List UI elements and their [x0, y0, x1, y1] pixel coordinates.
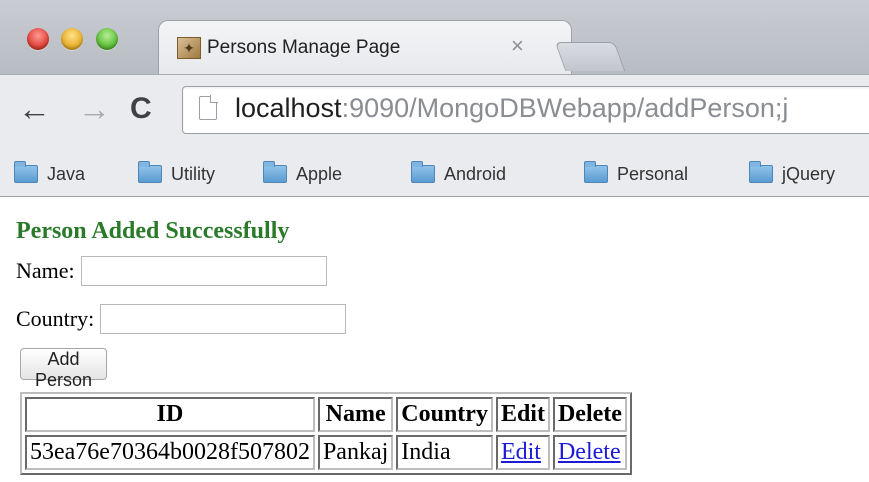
header-edit: Edit — [495, 397, 550, 432]
close-icon[interactable]: × — [511, 33, 524, 59]
url-host: localhost — [235, 93, 342, 123]
header-country: Country — [396, 397, 493, 432]
reload-icon[interactable]: C — [130, 94, 152, 124]
folder-icon — [411, 161, 435, 183]
cell-delete: Delete — [552, 435, 627, 470]
country-label: Country: — [16, 306, 95, 331]
cell-edit: Edit — [495, 435, 550, 470]
bookmark-label: Utility — [171, 163, 215, 184]
table-header-row: ID Name Country Edit Delete — [25, 397, 627, 432]
bookmark-label: Android — [444, 163, 507, 184]
new-tab-button[interactable] — [554, 42, 626, 71]
header-name: Name — [317, 397, 394, 432]
browser-toolbar: ← → C localhost:9090/MongoDBWebapp/addPe… — [0, 74, 869, 153]
edit-link[interactable]: Edit — [501, 439, 541, 465]
back-icon[interactable]: ← — [18, 92, 51, 125]
url-text[interactable]: localhost:9090/MongoDBWebapp/addPerson;j — [235, 93, 788, 124]
name-row: Name: — [16, 256, 327, 286]
cell-country: India — [396, 435, 493, 470]
page-icon — [199, 95, 218, 120]
bookmark-label: Java — [47, 163, 86, 184]
header-id: ID — [25, 397, 315, 432]
name-input[interactable] — [80, 256, 327, 286]
header-delete: Delete — [552, 397, 627, 432]
folder-icon — [138, 161, 162, 183]
bookmark-label: Apple — [296, 163, 343, 184]
country-row: Country: — [16, 304, 347, 334]
name-label: Name: — [16, 258, 75, 283]
delete-link[interactable]: Delete — [558, 439, 621, 465]
table-row: 53ea76e70364b0028f507802 Pankaj India Ed… — [25, 435, 627, 470]
folder-icon — [584, 161, 608, 183]
bookmark-label: Personal — [617, 163, 689, 184]
address-bar[interactable]: localhost:9090/MongoDBWebapp/addPerson;j — [182, 86, 869, 134]
bookmark-apple[interactable]: Apple — [263, 159, 342, 189]
folder-icon — [14, 161, 38, 183]
zoom-window-button[interactable] — [96, 28, 118, 50]
forward-icon[interactable]: → — [78, 92, 111, 125]
folder-icon — [263, 161, 287, 183]
bookmark-utility[interactable]: Utility — [138, 159, 215, 189]
bookmark-label: jQuery — [782, 163, 836, 184]
folder-icon — [749, 161, 773, 183]
bookmark-jquery[interactable]: jQuery — [749, 159, 835, 189]
tab-persons-manage-page[interactable]: ✦ Persons Manage Page × — [158, 20, 572, 75]
minimize-window-button[interactable] — [61, 28, 83, 50]
bookmarks-bar: Java Utility Apple Android Personal jQue… — [0, 152, 869, 197]
add-person-button[interactable]: Add Person — [20, 348, 108, 390]
bookmark-java[interactable]: Java — [14, 159, 85, 189]
close-window-button[interactable] — [27, 28, 49, 50]
cell-name: Pankaj — [317, 435, 394, 470]
bookmark-personal[interactable]: Personal — [584, 159, 688, 189]
tab-title: Persons Manage Page — [207, 37, 401, 58]
favicon-icon: ✦ — [177, 37, 201, 59]
browser-titlebar: ✦ Persons Manage Page × — [0, 0, 869, 75]
bookmark-android[interactable]: Android — [411, 159, 506, 189]
cell-id: 53ea76e70364b0028f507802 — [25, 435, 315, 470]
url-path: :9090/MongoDBWebapp/addPerson;j — [341, 93, 789, 123]
country-input[interactable] — [100, 304, 347, 334]
success-message: Person Added Successfully — [16, 218, 290, 244]
persons-table: ID Name Country Edit Delete 53ea76e70364… — [20, 392, 632, 475]
